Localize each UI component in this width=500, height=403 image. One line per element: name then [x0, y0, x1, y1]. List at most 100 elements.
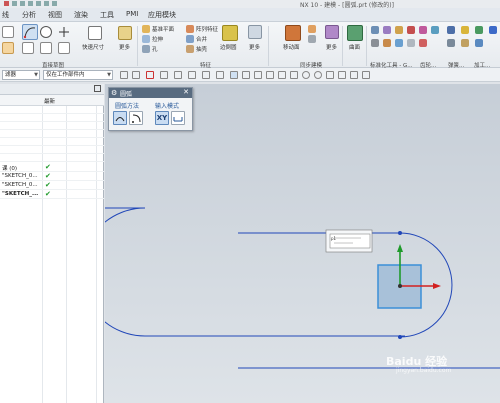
snap-icon[interactable]	[202, 71, 210, 79]
menu-pmi[interactable]: PMI	[126, 10, 138, 18]
tool-icon[interactable]	[407, 39, 415, 47]
tree-row[interactable]	[0, 130, 104, 138]
snap-icon[interactable]	[350, 71, 358, 79]
edge-blend-icon[interactable]	[222, 25, 238, 41]
tree-row[interactable]: 课 (0) ✔	[0, 164, 104, 172]
snap-icon[interactable]	[174, 71, 182, 79]
mirror-icon[interactable]	[58, 42, 70, 54]
snap-icon[interactable]	[216, 71, 224, 79]
tool-icon[interactable]	[383, 26, 391, 34]
snap-icon[interactable]	[314, 71, 322, 79]
tree-row[interactable]	[0, 154, 104, 162]
tool-icon[interactable]	[371, 39, 379, 47]
hole-label[interactable]: 孔	[152, 45, 158, 53]
tool-icon[interactable]	[461, 26, 469, 34]
tool-icon[interactable]	[419, 26, 427, 34]
cut-icon[interactable]	[36, 1, 41, 6]
tree-row[interactable]	[0, 122, 104, 130]
snap-icon[interactable]	[362, 71, 370, 79]
hole-icon[interactable]	[142, 45, 150, 53]
extrude-label[interactable]: 拉伸	[152, 35, 163, 43]
parameter-input-button[interactable]	[171, 111, 185, 125]
tool-icon[interactable]	[447, 39, 455, 47]
tree-row[interactable]	[0, 146, 104, 154]
snap-icon[interactable]	[160, 71, 168, 79]
move-face-icon[interactable]	[285, 25, 301, 41]
menu-view[interactable]: 视图	[48, 10, 62, 20]
menu-tools[interactable]: 工具	[100, 10, 114, 20]
datum-plane-label[interactable]: 基准平面	[152, 25, 174, 33]
sync-small-icon[interactable]	[308, 25, 316, 33]
sync-more-icon[interactable]	[325, 25, 339, 39]
circle-icon[interactable]	[40, 26, 52, 38]
pattern-feature-icon[interactable]	[186, 25, 194, 33]
maximize-icon[interactable]	[94, 85, 101, 92]
move-face-label[interactable]: 移动面	[283, 43, 300, 51]
tree-row[interactable]: "SKETCH_0... ✔	[0, 182, 104, 190]
menu-application[interactable]: 应用模块	[148, 10, 176, 20]
snap-icon[interactable]	[188, 71, 196, 79]
snap-icon[interactable]	[278, 71, 286, 79]
tool-icon[interactable]	[461, 39, 469, 47]
type-filter-select[interactable]: 滤器 ▼	[2, 70, 40, 80]
menu-analysis[interactable]: 分析	[22, 10, 36, 20]
dialog-header[interactable]: ⚙ 圆弧 ✕	[109, 88, 192, 98]
snap-icon[interactable]	[266, 71, 274, 79]
tree-row[interactable]	[0, 106, 104, 114]
sync-more-label[interactable]: 更多	[326, 43, 337, 51]
shell-icon[interactable]	[186, 45, 194, 53]
center-arc-button[interactable]	[129, 111, 143, 125]
feature-more-label[interactable]: 更多	[249, 43, 260, 51]
snap-icon[interactable]	[326, 71, 334, 79]
tree-row[interactable]: "SKETCH_0... ✔	[0, 173, 104, 181]
arc-endpoint[interactable]	[398, 231, 402, 235]
xy-input-button[interactable]: XY	[155, 111, 169, 125]
edge-blend-label[interactable]: 边倒圆	[220, 43, 237, 51]
tool-icon[interactable]	[395, 26, 403, 34]
datum-plane-icon[interactable]	[142, 25, 150, 33]
tool-icon[interactable]	[419, 39, 427, 47]
pattern-feature-label[interactable]: 阵列特征	[196, 25, 218, 33]
copy-icon[interactable]	[44, 1, 49, 6]
snap-icon[interactable]	[132, 71, 140, 79]
tool-icon[interactable]	[431, 26, 439, 34]
tree-row[interactable]	[0, 114, 104, 122]
menu-curve[interactable]: 线	[2, 10, 9, 20]
surface-label[interactable]: 曲面	[349, 43, 360, 51]
unite-icon[interactable]	[186, 35, 194, 43]
snap-icon[interactable]	[254, 71, 262, 79]
snap-icon[interactable]	[120, 71, 128, 79]
sync-small-icon[interactable]	[308, 35, 316, 43]
tool-icon[interactable]	[407, 26, 415, 34]
tool-icon[interactable]	[371, 26, 379, 34]
shell-label[interactable]: 抽壳	[196, 45, 207, 53]
scope-filter-select[interactable]: 仅在工作部件内 ▼	[43, 70, 113, 80]
surface-icon[interactable]	[347, 25, 363, 41]
menu-render[interactable]: 渲染	[74, 10, 88, 20]
trim-icon[interactable]	[22, 42, 34, 54]
tool-icon[interactable]	[395, 39, 403, 47]
tool-icon[interactable]	[383, 39, 391, 47]
snap-icon[interactable]	[290, 71, 298, 79]
sketch-arc[interactable]	[105, 207, 146, 337]
snap-icon[interactable]	[338, 71, 346, 79]
arc-endpoint[interactable]	[398, 335, 402, 339]
redo-icon[interactable]	[28, 1, 33, 6]
snap-icon[interactable]	[242, 71, 250, 79]
quick-dimension-label[interactable]: 快速尺寸	[82, 43, 104, 51]
quick-dimension-icon[interactable]	[88, 26, 102, 40]
point-icon[interactable]	[58, 26, 70, 38]
tool-icon[interactable]	[489, 26, 497, 34]
column-latest[interactable]: 最新	[44, 97, 55, 105]
tool-icon[interactable]	[475, 26, 483, 34]
tool-icon[interactable]	[447, 26, 455, 34]
close-icon[interactable]: ✕	[183, 88, 189, 96]
snap-icon[interactable]	[230, 71, 238, 79]
tree-row[interactable]: "SKETCH_... ✔	[0, 191, 104, 199]
fillet-icon[interactable]	[2, 42, 14, 54]
undo-icon[interactable]	[20, 1, 25, 6]
origin-point[interactable]	[398, 284, 402, 288]
sketch-more-label[interactable]: 更多	[119, 43, 130, 51]
gear-icon[interactable]: ⚙	[111, 89, 117, 97]
unite-label[interactable]: 合并	[196, 35, 207, 43]
